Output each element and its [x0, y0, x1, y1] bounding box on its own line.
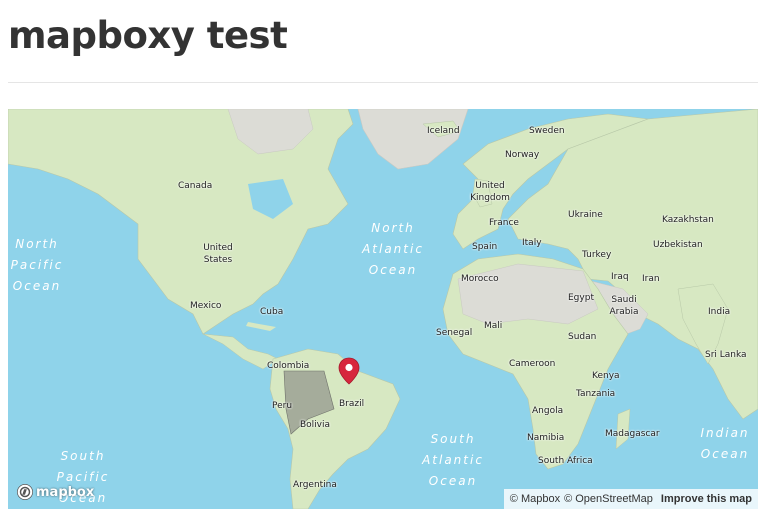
country-label-morocco: Morocco	[461, 274, 499, 284]
mapbox-logo-text: mapbox	[36, 484, 95, 500]
country-label-cuba: Cuba	[260, 307, 284, 317]
country-label-south-africa: South Africa	[538, 456, 593, 466]
ocean-label-south-atlantic: South Atlantic Ocean	[422, 432, 484, 488]
attribution-osm-link[interactable]: © OpenStreetMap	[564, 489, 653, 509]
country-label-canada: Canada	[178, 181, 213, 191]
country-label-norway: Norway	[505, 150, 540, 160]
ocean-label-north-pacific: North Pacific Ocean	[10, 237, 64, 293]
country-label-sweden: Sweden	[529, 126, 565, 136]
country-label-madagascar: Madagascar	[605, 429, 660, 439]
country-label-india: India	[708, 307, 731, 317]
country-label-france: France	[489, 218, 519, 228]
mapbox-logo[interactable]: mapbox	[16, 482, 94, 502]
country-label-egypt: Egypt	[568, 293, 594, 303]
country-label-peru: Peru	[272, 401, 293, 411]
country-label-senegal: Senegal	[436, 328, 473, 338]
country-label-kazakhstan: Kazakhstan	[662, 215, 714, 225]
country-label-brazil: Brazil	[339, 399, 365, 409]
country-label-iceland: Iceland	[427, 126, 460, 136]
country-label-turkey: Turkey	[582, 250, 612, 260]
country-label-tanzania: Tanzania	[576, 389, 616, 399]
map-base-layer	[8, 109, 758, 509]
country-label-ukraine: Ukraine	[568, 210, 603, 220]
country-label-united-states: United States	[203, 243, 233, 265]
country-label-iran: Iran	[642, 274, 660, 284]
country-label-angola: Angola	[532, 406, 564, 416]
country-label-cameroon: Cameroon	[509, 359, 556, 369]
country-label-mexico: Mexico	[190, 301, 222, 311]
mapbox-logo-icon	[16, 483, 34, 501]
map-canvas[interactable]: Iceland Sweden Norway Canada United King…	[8, 109, 758, 509]
ocean-label-north-atlantic: North Atlantic Ocean	[362, 221, 424, 277]
country-label-bolivia: Bolivia	[300, 420, 331, 430]
page-title: mapboxy test	[8, 14, 288, 57]
country-label-saudi-arabia: Saudi Arabia	[609, 295, 639, 317]
divider	[8, 82, 758, 83]
country-label-united-kingdom: United Kingdom	[470, 181, 510, 203]
country-label-mali: Mali	[484, 321, 503, 331]
country-label-sri-lanka: Sri Lanka	[705, 350, 747, 360]
attribution-mapbox-link[interactable]: © Mapbox	[510, 489, 560, 509]
country-label-kenya: Kenya	[592, 371, 620, 381]
country-label-namibia: Namibia	[527, 433, 565, 443]
country-label-sudan: Sudan	[568, 332, 597, 342]
country-label-colombia: Colombia	[267, 361, 310, 371]
country-label-argentina: Argentina	[293, 480, 337, 490]
attribution-bar: © Mapbox © OpenStreetMap Improve this ma…	[503, 489, 758, 509]
improve-map-link[interactable]: Improve this map	[661, 489, 752, 509]
map-pin-marker-icon[interactable]	[338, 357, 360, 385]
country-label-spain: Spain	[472, 242, 498, 252]
country-label-iraq: Iraq	[611, 272, 629, 282]
country-label-italy: Italy	[522, 238, 542, 248]
ocean-label-indian: Indian Ocean	[700, 426, 750, 461]
country-label-uzbekistan: Uzbekistan	[653, 240, 703, 250]
